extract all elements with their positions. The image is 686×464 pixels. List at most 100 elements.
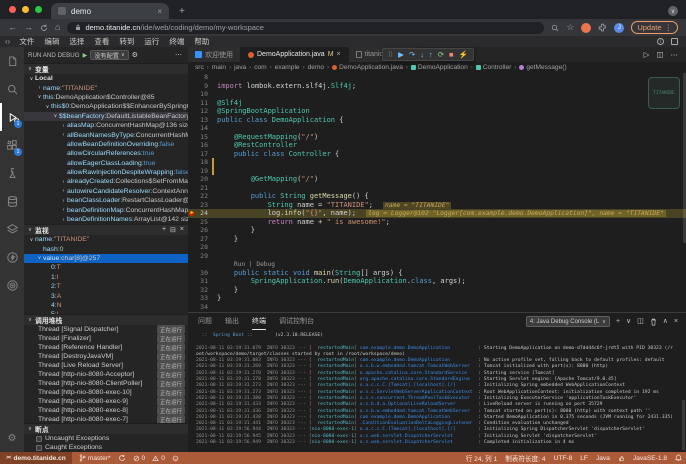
terminal-dropdown[interactable]: 4: Java Debug Console (L ∨ xyxy=(526,316,610,327)
debug-settings-icon[interactable]: ⚙ xyxy=(132,51,138,59)
extensions-puzzle-icon[interactable] xyxy=(598,23,607,32)
bookmark-star-icon[interactable]: ☆ xyxy=(566,22,574,33)
code-line[interactable]: 29 xyxy=(188,252,686,261)
variable-row[interactable]: hash: 0 xyxy=(24,244,188,253)
status-java-runtime[interactable]: JavaSE-1.8 xyxy=(633,455,667,462)
variable-row[interactable]: 4: N xyxy=(24,301,188,310)
status-warnings[interactable]: 0 xyxy=(152,455,165,462)
info-icon[interactable]: i xyxy=(657,38,664,45)
code-line[interactable]: 28 xyxy=(188,243,686,252)
browser-menu-icon[interactable]: ⋮ xyxy=(665,23,673,32)
forward-icon[interactable]: → xyxy=(24,23,33,32)
thread-row[interactable]: Thread [Live Reload Server]正在运行 xyxy=(24,361,188,370)
split-editor-icon[interactable]: ◫ xyxy=(656,50,663,59)
extension-avatar[interactable] xyxy=(581,23,591,33)
remove-watch-icon[interactable]: × xyxy=(180,226,184,234)
window-controls[interactable] xyxy=(0,0,51,19)
variable-row[interactable]: ∨this: DemoApplication$Controller@85 xyxy=(24,93,188,102)
drag-handle-icon[interactable]: ⠿ xyxy=(388,51,393,59)
code-line[interactable]: 22 public String getMessage() { xyxy=(188,192,686,201)
start-debug-icon[interactable]: ▶ xyxy=(83,52,88,59)
close-tab-icon[interactable]: × xyxy=(157,7,162,16)
status-feedback[interactable] xyxy=(172,455,179,462)
code-line[interactable]: 17 public class Controller { xyxy=(188,150,686,159)
status-encoding[interactable]: UTF-8 xyxy=(554,455,573,462)
thread-row[interactable]: Thread [http-nio-8080-exec-9]正在运行 xyxy=(24,397,188,406)
activity-item-debug[interactable]: 1 xyxy=(0,103,24,131)
checkbox[interactable] xyxy=(36,436,42,442)
variable-row[interactable]: ∨Local xyxy=(24,74,188,83)
code-line[interactable]: 16 @RestController xyxy=(188,141,686,150)
layout-icon[interactable] xyxy=(671,38,678,45)
panel-tab-问题[interactable]: 问题 xyxy=(198,313,212,330)
code-line[interactable]: 9import lombok.extern.slf4j.Slf4j; xyxy=(188,82,686,91)
menu-item-帮助[interactable]: 帮助 xyxy=(189,37,214,46)
new-tab-button[interactable]: + xyxy=(179,6,185,19)
code-editor[interactable]: TITANIDE 89import lombok.extern.slf4j.Sl… xyxy=(188,73,686,312)
step-out-icon[interactable]: ↑ xyxy=(429,51,433,59)
code-line[interactable]: 19 xyxy=(188,167,686,176)
breadcrumb-item[interactable]: DemoApplication.java xyxy=(332,64,403,71)
variable-row[interactable]: ›name: "TITANIDE" xyxy=(24,83,188,92)
code-line[interactable]: 12@SpringBootApplication xyxy=(188,107,686,116)
split-terminal-icon[interactable]: ◫ xyxy=(637,318,644,325)
collapse-watch-icon[interactable]: ⊟ xyxy=(170,226,176,234)
back-icon[interactable]: ← xyxy=(8,23,17,32)
code-line[interactable]: 33} xyxy=(188,294,686,303)
activity-item-database[interactable] xyxy=(0,187,24,215)
activity-item-zap[interactable] xyxy=(0,243,24,271)
activity-item-settings[interactable]: ⚙ xyxy=(0,424,24,452)
code-line[interactable]: 25 return name + " is awesome!"; xyxy=(188,218,686,227)
hot-swap-icon[interactable]: ⚡ xyxy=(459,51,468,59)
menu-item-查看[interactable]: 查看 xyxy=(89,37,114,46)
status-cursor-position[interactable]: 行 24, 列 1 xyxy=(466,453,498,463)
status-java-status[interactable] xyxy=(618,455,625,462)
breadcrumb-item[interactable]: com xyxy=(254,64,266,71)
thread-row[interactable]: Thread [Reference Handler]正在运行 xyxy=(24,343,188,352)
tab-search-button[interactable]: ∨ xyxy=(668,6,678,19)
code-line[interactable]: 18 xyxy=(188,158,686,167)
variable-row[interactable]: allowBeanDefinitionOverriding: false xyxy=(24,140,188,149)
code-line[interactable]: 13public class DemoApplication { xyxy=(188,116,686,125)
thread-row[interactable]: Thread [http-nio-8080-exec-8]正在运行 xyxy=(24,406,188,415)
terminal-profile-dropdown-icon[interactable]: ∨ xyxy=(626,318,631,325)
breadcrumb-item[interactable]: DemoApplication xyxy=(411,64,468,71)
sidebar-more-icon[interactable]: ⋯ xyxy=(175,51,182,59)
variable-row[interactable]: 2: T xyxy=(24,282,188,291)
thread-row[interactable]: Thread [http-nio-8080-exec-7]正在运行 xyxy=(24,415,188,423)
variable-row[interactable]: ›beanDefinitionNames: ArrayList@142 size… xyxy=(24,215,188,224)
thread-row[interactable]: Thread [http-nio-8080-ClientPoller]正在运行 xyxy=(24,379,188,388)
maximize-panel-icon[interactable]: ∧ xyxy=(663,318,668,325)
variable-row[interactable]: 3: A xyxy=(24,291,188,300)
code-line[interactable]: 27 } xyxy=(188,235,686,244)
status-notifications[interactable] xyxy=(675,454,682,462)
debug-toolbar[interactable]: ⠿▶↷↓↑⟳■⚡ xyxy=(382,48,474,61)
debug-config-dropdown[interactable]: 没有配置 ∨ xyxy=(90,50,128,60)
activity-item-layers[interactable] xyxy=(0,215,24,243)
breadcrumb-item[interactable]: demo xyxy=(308,64,325,71)
activity-item-beaker[interactable] xyxy=(0,159,24,187)
variable-row[interactable]: ›beanClassLoader: RestartClassLoader@140 xyxy=(24,196,188,205)
menu-item-转到[interactable]: 转到 xyxy=(114,37,139,46)
maximize-window-icon[interactable] xyxy=(35,6,42,13)
thread-row[interactable]: Thread [DestroyJavaVM]正在运行 xyxy=(24,352,188,361)
status-eol[interactable]: LF xyxy=(580,455,588,462)
more-actions-icon[interactable]: ⋯ xyxy=(671,50,679,59)
activity-item-files[interactable] xyxy=(0,47,24,75)
activity-item-search[interactable] xyxy=(0,75,24,103)
stop-icon[interactable]: ■ xyxy=(449,51,454,59)
kill-terminal-icon[interactable] xyxy=(650,318,657,326)
add-watch-icon[interactable]: + xyxy=(162,226,166,234)
breadcrumb-item[interactable]: java xyxy=(234,64,246,71)
variable-row[interactable]: ›alreadyCreated: Collections$SetFromMap@… xyxy=(24,177,188,186)
watch-section-header[interactable]: ∨ 监视 +⊟× xyxy=(24,224,188,235)
variable-row[interactable]: ∨this$0: DemoApplication$$EnhancerBySpri… xyxy=(24,102,188,111)
variable-row[interactable]: ∨value: char[8]@257 xyxy=(24,254,188,263)
close-tab-icon[interactable]: × xyxy=(337,51,341,58)
breadcrumb-item[interactable]: src xyxy=(195,64,204,71)
code-line[interactable]: 20 @GetMapping("/") xyxy=(188,175,686,184)
menu-item-编辑[interactable]: 编辑 xyxy=(39,37,64,46)
status-problems[interactable]: 0 xyxy=(133,455,146,462)
activity-item-extensions[interactable]: 1 xyxy=(0,131,24,159)
minimize-window-icon[interactable] xyxy=(22,6,29,13)
